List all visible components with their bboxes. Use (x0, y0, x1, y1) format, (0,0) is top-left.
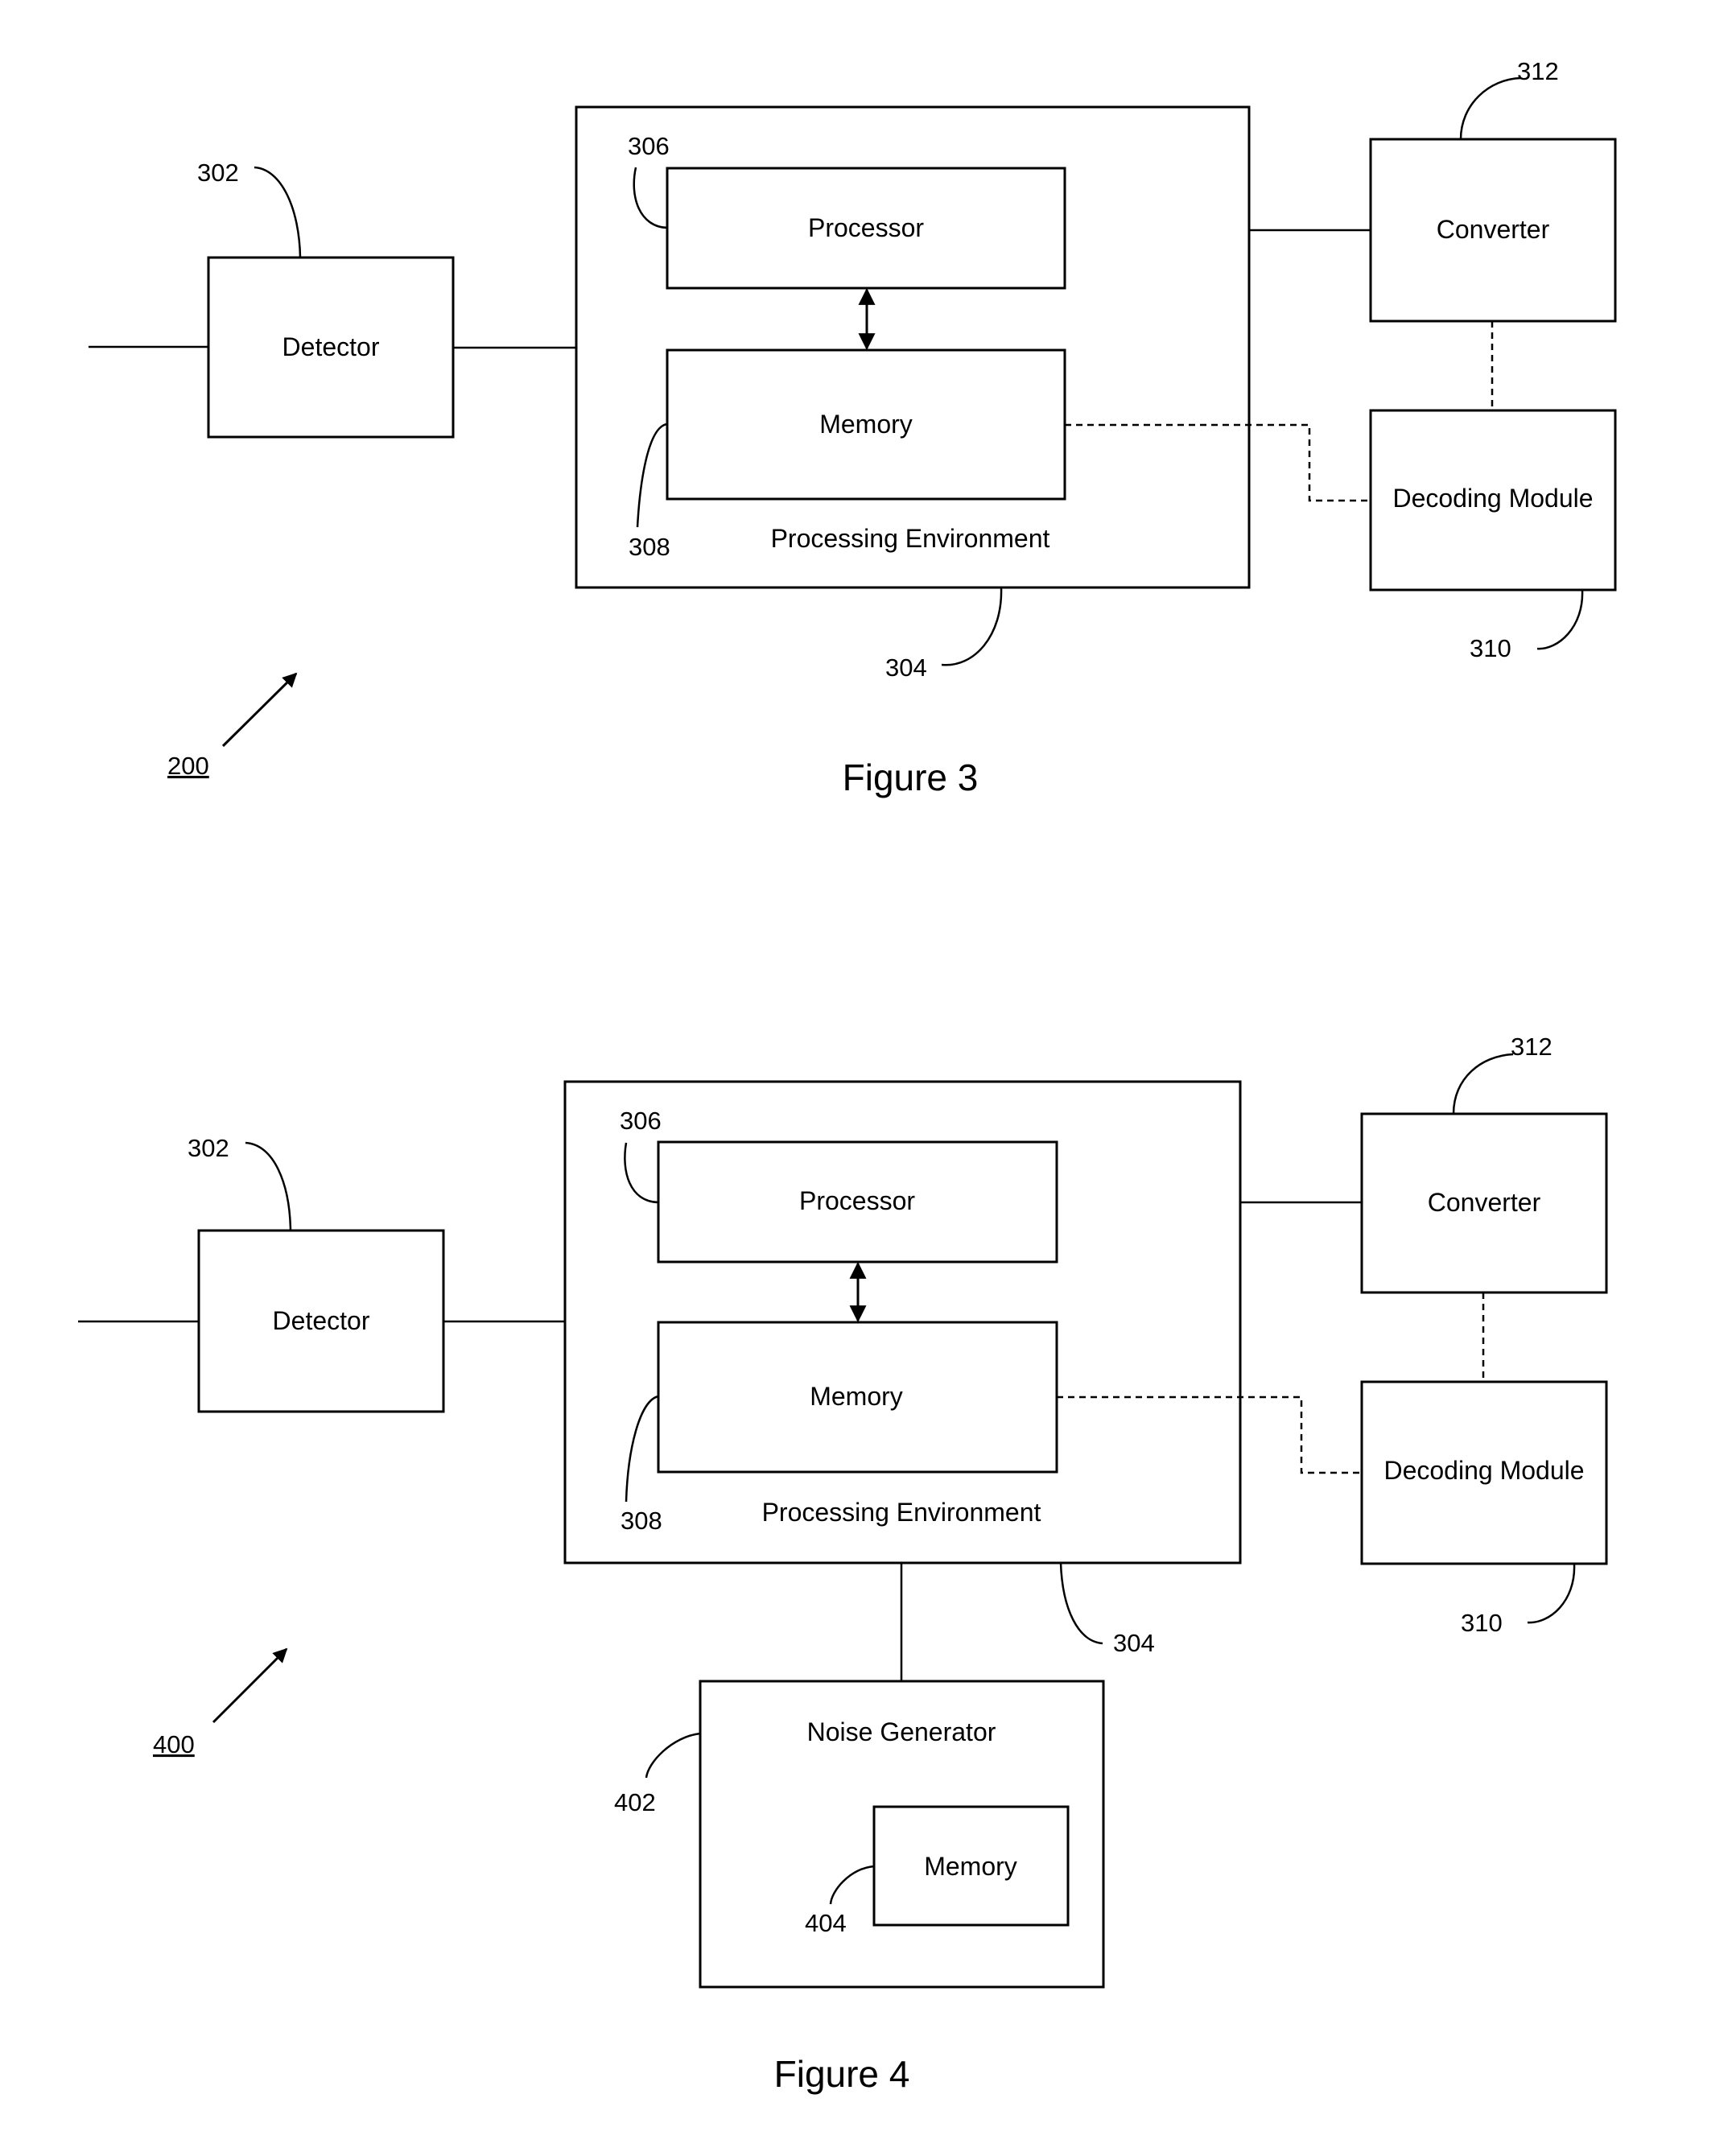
figure-reference-arrow (212, 1647, 288, 1724)
figure-4: Detector 302 Processing Environment 304 … (78, 1033, 1608, 2095)
memory-label: Memory (819, 410, 913, 439)
ref-leader-304 (1059, 1562, 1103, 1645)
ref-306: 306 (620, 1107, 662, 1135)
figure-3: Detector 302 Processing Environment 304 … (89, 57, 1617, 798)
ref-304: 304 (1113, 1629, 1155, 1657)
converter-label: Converter (1428, 1188, 1541, 1217)
ref-302: 302 (197, 159, 239, 187)
ref-leader-402 (645, 1732, 701, 1779)
converter-label: Converter (1437, 215, 1550, 244)
ref-leader-306 (633, 167, 668, 229)
memory-decoding-dashed-line (1065, 423, 1371, 502)
detector-label: Detector (282, 332, 380, 361)
ref-312: 312 (1517, 57, 1559, 85)
processing-environment-block (575, 105, 1251, 589)
ref-312: 312 (1511, 1033, 1553, 1061)
memory-decoding-dashed-line (1057, 1396, 1362, 1474)
ref-310: 310 (1470, 634, 1511, 662)
ref-leader-308 (636, 423, 668, 528)
ref-402: 402 (614, 1788, 656, 1816)
processor-label: Processor (808, 213, 924, 242)
ref-leader-310 (1527, 1563, 1576, 1624)
ref-leader-304 (941, 587, 1003, 666)
decoding-module-label: Decoding Module (1383, 1456, 1584, 1485)
decoding-module-label: Decoding Module (1392, 484, 1593, 513)
ref-leader-404 (829, 1865, 875, 1905)
figure-caption: Figure 3 (843, 756, 979, 798)
ref-302: 302 (188, 1134, 229, 1162)
processor-label: Processor (799, 1186, 915, 1215)
ref-leader-302 (254, 166, 302, 258)
figure-reference-number: 200 (167, 752, 209, 780)
ref-leader-310 (1536, 589, 1584, 650)
ref-leader-306 (624, 1142, 659, 1204)
ref-304: 304 (885, 653, 927, 682)
noise-memory-label: Memory (924, 1852, 1017, 1881)
patent-drawing-sheet: Detector 302 Processing Environment 304 … (78, 57, 1617, 2095)
processing-environment-label: Processing Environment (771, 524, 1050, 553)
processing-environment-label: Processing Environment (762, 1498, 1041, 1527)
ref-306: 306 (628, 132, 670, 160)
ref-leader-312 (1459, 76, 1522, 140)
memory-label: Memory (810, 1382, 903, 1411)
ref-leader-308 (625, 1395, 659, 1503)
figure-caption: Figure 4 (774, 2053, 910, 2095)
ref-308: 308 (621, 1507, 662, 1535)
figure-reference-number: 400 (153, 1730, 195, 1758)
ref-leader-302 (245, 1141, 292, 1231)
ref-leader-312 (1452, 1053, 1514, 1115)
ref-308: 308 (629, 533, 670, 561)
noise-generator-label: Noise Generator (807, 1717, 996, 1746)
ref-404: 404 (805, 1909, 847, 1937)
detector-label: Detector (273, 1306, 370, 1335)
figure-reference-arrow (221, 672, 298, 748)
ref-310: 310 (1461, 1609, 1503, 1637)
